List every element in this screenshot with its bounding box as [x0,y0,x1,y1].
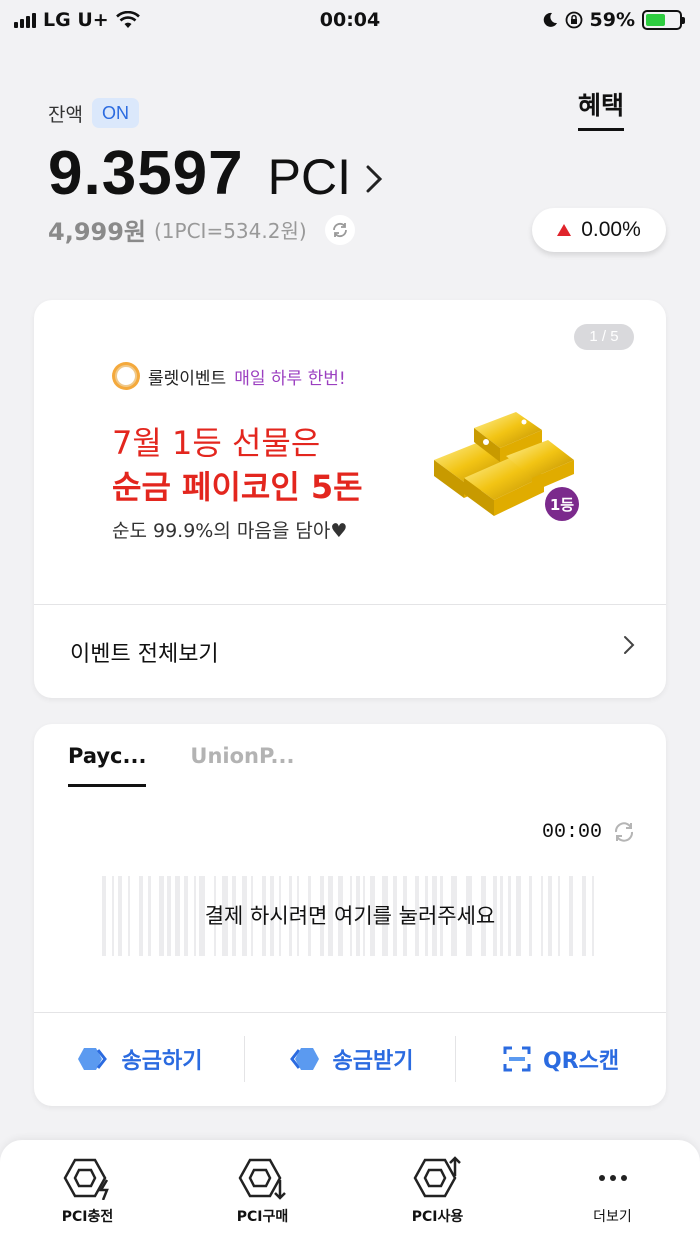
payment-actions: 송금하기 송금받기 QR스캔 [34,1012,666,1106]
status-left: LG U+ [14,9,140,31]
more-icon [598,1175,627,1181]
battery-percent: 59% [589,9,635,31]
nav-pci-buy-label: PCI구매 [236,1209,289,1225]
bottom-navigation: PCI충전 PCI구매 PCI사용 더보기 [0,1140,700,1245]
wifi-icon [115,11,140,28]
barcode-timer: 00:00 [542,820,636,844]
gold-bars-image: 1등 [434,412,579,521]
refresh-rate-button[interactable] [324,214,355,245]
qr-scan-icon [503,1046,531,1072]
tab-payco[interactable]: Payc... [68,744,147,787]
won-value-line: 4,999원 (1PCI=534.2원) [48,212,355,247]
chevron-right-icon [366,165,383,193]
event-description: 순도 99.9%의 마음을 담아♥ [112,520,348,542]
roulette-icon [112,362,140,390]
nav-pci-buy[interactable]: PCI구매 [183,1156,343,1245]
orientation-lock-icon [565,11,582,29]
event-card: 1 / 5 룰렛이벤트 매일 하루 한번! 7월 1등 선물은 순금 페이코인 … [34,300,666,698]
exchange-rate: (1PCI=534.2원) [154,219,307,243]
receive-icon [289,1048,319,1070]
send-label: 송금하기 [121,1049,203,1074]
receive-label: 송금받기 [332,1049,414,1074]
price-change-badge[interactable]: 0.00% [532,208,666,252]
status-right: 59% [542,9,685,31]
pci-amount-value: 9.3597 [48,139,244,208]
nav-pci-use-label: PCI사용 [411,1209,464,1225]
refresh-icon [332,222,347,237]
send-icon [77,1048,107,1070]
nav-pci-charge[interactable]: PCI충전 [8,1156,168,1245]
nav-more-label: 더보기 [593,1209,632,1225]
pci-balance[interactable]: 9.3597 PCI [48,138,383,209]
payment-card: Payc... UnionP... 00:00 결제 하시려면 여기를 눌러주세… [34,724,666,1106]
qr-scan-button[interactable]: QR스캔 [456,1036,666,1082]
event-subtitle: 룰렛이벤트 매일 하루 한번! [112,362,346,390]
timer-value: 00:00 [541,820,602,844]
balance-label: 잔액 [48,104,83,126]
refresh-icon[interactable] [612,820,636,844]
carousel-page-indicator: 1 / 5 [574,324,634,350]
event-title-line-1: 7월 1등 선물은 [112,424,321,462]
moon-icon [543,12,557,27]
prize-badge-text: 1등 [550,496,574,514]
carrier-label: LG U+ [43,9,109,31]
up-triangle-icon [557,224,572,236]
event-view-all-label: 이벤트 전체보기 [70,642,219,667]
nav-pci-charge-label: PCI충전 [61,1209,114,1225]
event-title-line-2: 순금 페이코인 5돈 [112,468,363,506]
qr-scan-label: QR스캔 [542,1049,620,1074]
battery-icon [642,10,685,30]
receive-button[interactable]: 송금받기 [245,1036,455,1082]
barcode-prompt[interactable]: 결제 하시려면 여기를 눌러주세요 [34,900,666,930]
event-name: 룰렛이벤트 [148,368,227,389]
pci-unit: PCI [267,149,351,205]
status-bar: LG U+ 00:04 59% [0,0,700,40]
pci-buy-icon [238,1158,286,1200]
signal-icon [14,12,36,28]
benefit-tab[interactable]: 혜택 [577,86,624,131]
pci-use-icon [413,1156,461,1198]
chevron-right-icon [624,636,635,654]
balance-on-badge[interactable]: ON [92,98,139,128]
nav-more[interactable]: 더보기 [533,1156,693,1245]
nav-pci-use[interactable]: PCI사용 [358,1156,518,1245]
won-amount: 4,999원 [48,218,146,246]
pci-charge-icon [63,1158,109,1200]
price-change-value: 0.00% [581,218,641,241]
event-divider [34,604,666,605]
event-frequency: 매일 하루 한번! [234,368,346,389]
send-button[interactable]: 송금하기 [34,1036,244,1082]
payment-tabs: Payc... UnionP... [68,744,294,787]
tab-unionpay[interactable]: UnionP... [190,744,294,787]
